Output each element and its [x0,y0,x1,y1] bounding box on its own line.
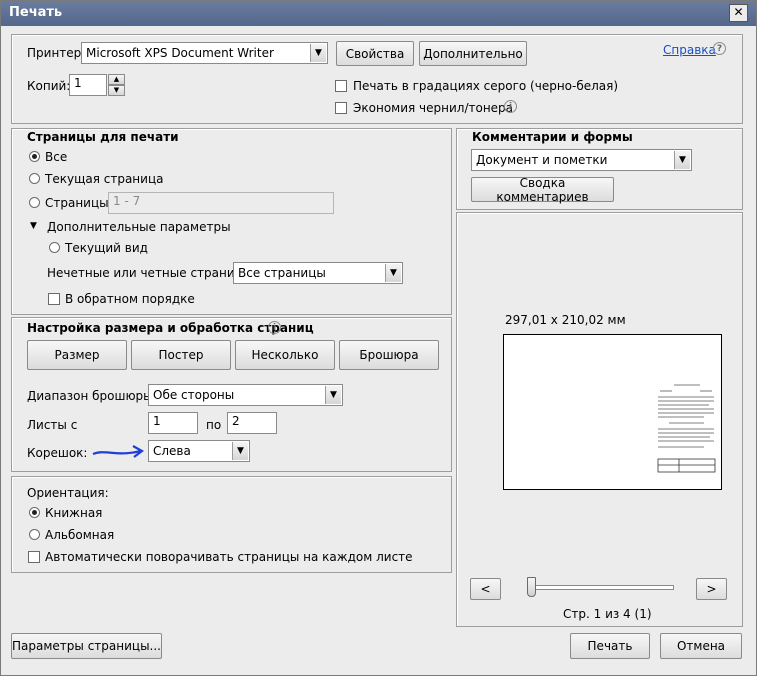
comment-summary-button[interactable]: Сводка комментариев [471,176,614,204]
tab-booklet[interactable]: Брошюра [339,340,439,370]
chevron-down-icon[interactable]: ▼ [310,44,326,62]
copies-stepper-up[interactable]: ▲ [108,74,125,85]
auto-rotate-checkbox[interactable] [28,551,40,563]
tab-multiple[interactable]: Несколько [235,340,335,370]
next-page-button[interactable]: > [696,578,727,600]
grayscale-label: Печать в градациях серого (черно-белая) [353,79,619,93]
save-ink-label: Экономия чернил/тонера [353,101,514,115]
pages-title: Страницы для печати [27,130,179,144]
booklet-range-label: Диапазон брошюры: [27,389,157,403]
reverse-order-checkbox[interactable] [48,293,60,305]
copies-label: Копий: [27,79,71,93]
chevron-down-icon[interactable]: ▼ [385,264,401,282]
binding-select[interactable]: Слева ▼ [148,440,250,462]
auto-rotate-label: Автоматически поворачивать страницы на к… [45,550,413,564]
info-icon[interactable]: i [504,100,517,113]
sheets-label: Листы с [27,418,78,432]
sheets-to-label: по [206,418,222,432]
properties-button[interactable]: Свойства [336,41,414,66]
grayscale-checkbox[interactable] [335,80,347,92]
print-dialog: Печать ✕ Принтер: Microsoft XPS Document… [0,0,757,676]
help-icon[interactable]: ? [713,42,726,55]
sheets-to-input[interactable]: 2 [227,412,277,434]
orientation-title: Ориентация: [27,486,109,500]
chevron-down-icon[interactable]: ▼ [325,386,341,404]
comments-select[interactable]: Документ и пометки ▼ [471,149,692,171]
print-button[interactable]: Печать [570,633,650,659]
pages-all-label: Все [45,150,68,164]
sheets-from-input[interactable]: 1 [148,412,198,434]
window-title: Печать [9,5,63,20]
pages-range-label: Страницы [45,196,109,210]
title-bar: Печать ✕ [1,1,756,26]
odd-even-value: Все страницы [238,266,326,280]
page-thumbnail-icon [657,384,716,473]
pages-range-input[interactable]: 1 - 7 [108,192,334,214]
booklet-range-select[interactable]: Обе стороны ▼ [148,384,343,406]
help-link[interactable]: Справка [663,43,716,57]
cancel-button[interactable]: Отмена [660,633,742,659]
pages-range-radio[interactable] [29,197,40,208]
current-view-radio[interactable] [49,242,60,253]
copies-input[interactable]: 1 [69,74,107,96]
odd-even-label: Нечетные или четные страницы: [47,266,257,280]
tab-poster[interactable]: Постер [131,340,231,370]
annotation-arrow [92,445,145,458]
tab-size[interactable]: Размер [27,340,127,370]
printer-value: Microsoft XPS Document Writer [86,46,274,60]
page-size-label: 297,01 x 210,02 мм [505,313,626,327]
landscape-radio[interactable] [29,529,40,540]
comments-value: Документ и пометки [476,153,608,167]
more-options-label[interactable]: Дополнительные параметры [47,220,231,234]
page-counter: Стр. 1 из 4 (1) [563,607,652,621]
copies-stepper-down[interactable]: ▼ [108,85,125,96]
booklet-range-value: Обе стороны [153,388,235,402]
landscape-label: Альбомная [45,528,115,542]
printer-select[interactable]: Microsoft XPS Document Writer ▼ [81,42,328,64]
comments-title: Комментарии и формы [472,130,633,144]
advanced-button[interactable]: Дополнительно [419,41,527,66]
portrait-label: Книжная [45,506,103,520]
pages-all-radio[interactable] [29,151,40,162]
close-button[interactable]: ✕ [729,4,748,22]
reverse-order-label: В обратном порядке [65,292,195,306]
page-setup-button[interactable]: Параметры страницы... [11,633,162,659]
chevron-down-icon[interactable]: ▼ [232,442,248,460]
current-view-label: Текущий вид [65,241,148,255]
odd-even-select[interactable]: Все страницы ▼ [233,262,403,284]
binding-value: Слева [153,444,191,458]
binding-label: Корешок: [27,446,88,460]
prev-page-button[interactable]: < [470,578,501,600]
expand-triangle-icon[interactable]: ▼ [30,221,37,231]
pages-current-radio[interactable] [29,173,40,184]
portrait-radio[interactable] [29,507,40,518]
chevron-down-icon[interactable]: ▼ [674,151,690,169]
page-preview [503,334,722,490]
printer-label: Принтер: [27,46,86,60]
info-icon[interactable]: i [268,321,281,334]
page-slider-track[interactable] [528,585,674,590]
pages-current-label: Текущая страница [45,172,164,186]
save-ink-checkbox[interactable] [335,102,347,114]
page-slider-handle[interactable] [527,577,536,597]
